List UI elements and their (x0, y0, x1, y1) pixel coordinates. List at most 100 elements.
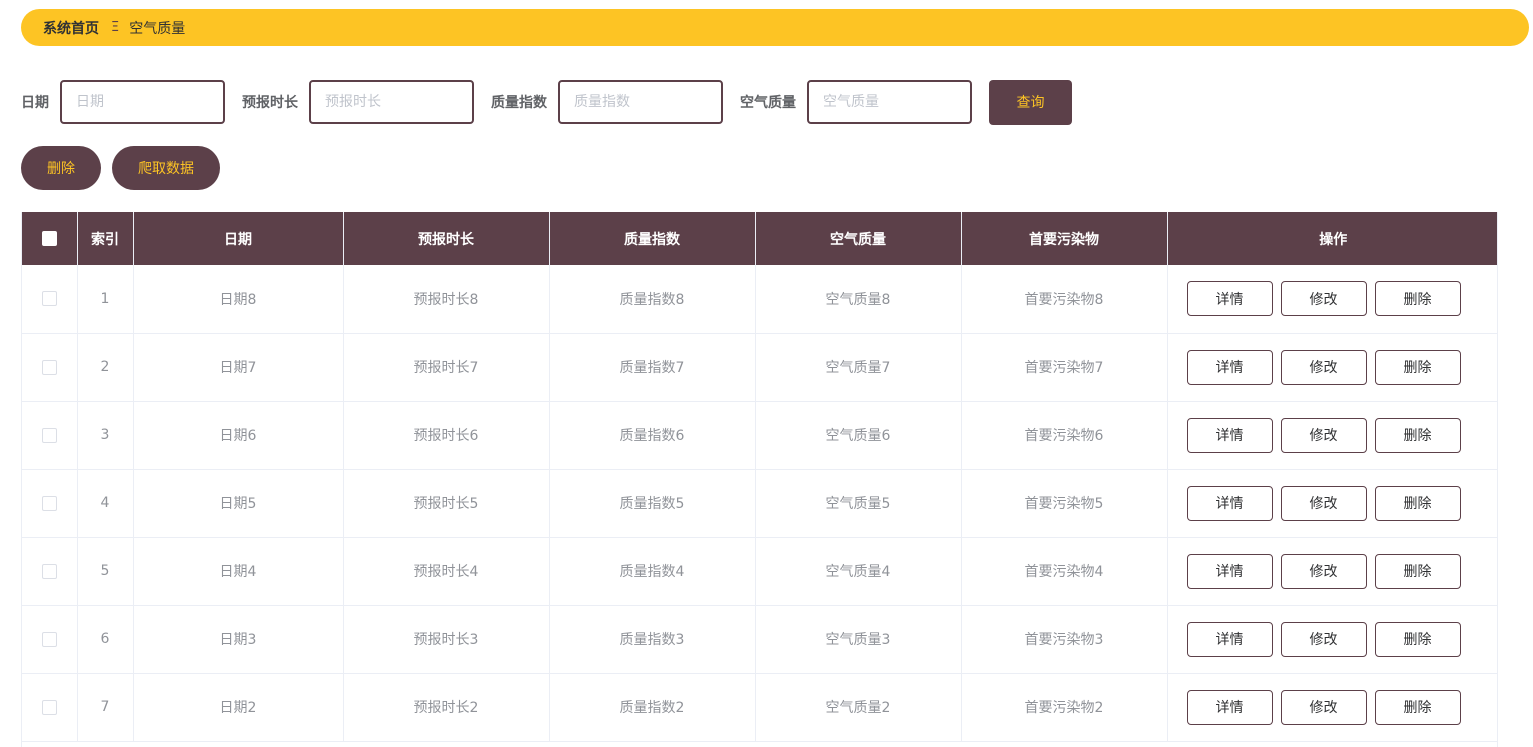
row-select-cell (22, 673, 78, 742)
breadcrumb-home[interactable]: 系统首页 (43, 18, 99, 38)
table-row: 6 日期3 预报时长3 质量指数3 空气质量3 首要污染物3 详情 修改 删除 (22, 605, 1497, 674)
forecast-label: 预报时长 (242, 95, 298, 111)
row-delete-button[interactable]: 删除 (1374, 621, 1461, 657)
edit-button[interactable]: 修改 (1280, 281, 1367, 317)
row-delete-button[interactable]: 删除 (1374, 485, 1461, 521)
cell-aqi: 质量指数4 (549, 537, 756, 606)
cell-forecast: 预报时长8 (343, 265, 550, 334)
edit-button[interactable]: 修改 (1280, 417, 1367, 453)
edit-button[interactable]: 修改 (1280, 621, 1367, 657)
cell-operations: 详情 修改 删除 (1167, 605, 1497, 674)
header-date: 日期 (133, 212, 344, 265)
search-form: 日期 预报时长 质量指数 空气质量 查询 (21, 79, 1072, 125)
forecast-input[interactable] (309, 80, 474, 124)
cell-operations: 详情 修改 删除 (1167, 401, 1497, 470)
cell-quality: 空气质量4 (755, 537, 962, 606)
header-forecast: 预报时长 (343, 212, 550, 265)
breadcrumb-current: 空气质量 (129, 20, 186, 37)
cell-operations: 详情 修改 删除 (1167, 469, 1497, 538)
edit-button[interactable]: 修改 (1280, 485, 1367, 521)
row-delete-button[interactable]: 删除 (1374, 553, 1461, 589)
data-table: 索引 日期 预报时长 质量指数 空气质量 首要污染物 操作 1 日期8 预报时长8 质… (21, 212, 1498, 747)
cell-date: 日期2 (133, 673, 344, 742)
row-checkbox[interactable] (41, 699, 57, 715)
cell-date: 日期3 (133, 605, 344, 674)
cell-aqi: 质量指数2 (549, 673, 756, 742)
quality-input[interactable] (807, 80, 972, 124)
row-delete-button[interactable]: 删除 (1374, 417, 1461, 453)
edit-button[interactable]: 修改 (1280, 689, 1367, 725)
row-checkbox[interactable] (41, 359, 57, 375)
cell-quality: 空气质量3 (755, 605, 962, 674)
cell-date: 日期4 (133, 537, 344, 606)
cell-forecast: 预报时长4 (343, 537, 550, 606)
detail-button[interactable]: 详情 (1186, 417, 1273, 453)
date-input[interactable] (60, 80, 225, 124)
aqi-form-item: 质量指数 (491, 80, 723, 124)
cell-quality: 空气质量7 (755, 333, 962, 402)
table-body: 1 日期8 预报时长8 质量指数8 空气质量8 首要污染物8 详情 修改 删除 2 日期7 预报时长7… (22, 265, 1497, 742)
cell-pollutant: 首要污染物3 (961, 605, 1168, 674)
edit-button[interactable]: 修改 (1280, 553, 1367, 589)
crawl-data-button[interactable]: 爬取数据 (112, 146, 220, 190)
row-delete-button[interactable]: 删除 (1374, 281, 1461, 317)
cell-date: 日期7 (133, 333, 344, 402)
edit-button[interactable]: 修改 (1280, 349, 1367, 385)
header-quality: 空气质量 (755, 212, 962, 265)
cell-quality: 空气质量5 (755, 469, 962, 538)
cell-forecast: 预报时长3 (343, 605, 550, 674)
detail-button[interactable]: 详情 (1186, 349, 1273, 385)
cell-pollutant: 首要污染物7 (961, 333, 1168, 402)
cell-quality: 空气质量2 (755, 673, 962, 742)
cell-index: 1 (77, 265, 134, 334)
cell-aqi: 质量指数7 (549, 333, 756, 402)
row-select-cell (22, 537, 78, 606)
row-checkbox[interactable] (41, 563, 57, 579)
row-checkbox[interactable] (41, 631, 57, 647)
cell-index: 3 (77, 401, 134, 470)
detail-button[interactable]: 详情 (1186, 553, 1273, 589)
cell-forecast: 预报时长2 (343, 673, 550, 742)
table-row: 3 日期6 预报时长6 质量指数6 空气质量6 首要污染物6 详情 修改 删除 (22, 401, 1497, 470)
cell-operations: 详情 修改 删除 (1167, 673, 1497, 742)
table-header-row: 索引 日期 预报时长 质量指数 空气质量 首要污染物 操作 (22, 212, 1497, 265)
query-button[interactable]: 查询 (989, 79, 1072, 125)
cell-pollutant: 首要污染物4 (961, 537, 1168, 606)
row-delete-button[interactable]: 删除 (1374, 349, 1461, 385)
detail-button[interactable]: 详情 (1186, 621, 1273, 657)
breadcrumb: 系统首页 Ξ 空气质量 (21, 9, 1529, 46)
detail-button[interactable]: 详情 (1186, 281, 1273, 317)
detail-button[interactable]: 详情 (1186, 485, 1273, 521)
aqi-input[interactable] (558, 80, 723, 124)
quality-form-item: 空气质量 (740, 80, 972, 124)
row-checkbox[interactable] (41, 495, 57, 511)
detail-button[interactable]: 详情 (1186, 689, 1273, 725)
row-checkbox[interactable] (41, 427, 57, 443)
cell-pollutant: 首要污染物2 (961, 673, 1168, 742)
forecast-form-item: 预报时长 (242, 80, 474, 124)
header-select-all (22, 212, 78, 265)
select-all-checkbox[interactable] (41, 231, 57, 246)
table-row: 7 日期2 预报时长2 质量指数2 空气质量2 首要污染物2 详情 修改 删除 (22, 673, 1497, 742)
cell-pollutant: 首要污染物5 (961, 469, 1168, 538)
action-bar: 删除 爬取数据 (21, 146, 231, 190)
cell-index: 5 (77, 537, 134, 606)
cell-forecast: 预报时长7 (343, 333, 550, 402)
row-checkbox[interactable] (41, 291, 57, 307)
cell-forecast: 预报时长6 (343, 401, 550, 470)
cell-pollutant: 首要污染物6 (961, 401, 1168, 470)
date-form-item: 日期 (21, 80, 225, 124)
table-row: 5 日期4 预报时长4 质量指数4 空气质量4 首要污染物4 详情 修改 删除 (22, 537, 1497, 606)
cell-aqi: 质量指数3 (549, 605, 756, 674)
cell-aqi: 质量指数6 (549, 401, 756, 470)
cell-index: 7 (77, 673, 134, 742)
header-index: 索引 (77, 212, 134, 265)
cell-date: 日期6 (133, 401, 344, 470)
quality-label: 空气质量 (740, 95, 796, 111)
header-pollutant: 首要污染物 (961, 212, 1168, 265)
batch-delete-button[interactable]: 删除 (21, 146, 101, 190)
cell-quality: 空气质量8 (755, 265, 962, 334)
cell-index: 6 (77, 605, 134, 674)
row-delete-button[interactable]: 删除 (1374, 689, 1461, 725)
cell-forecast: 预报时长5 (343, 469, 550, 538)
